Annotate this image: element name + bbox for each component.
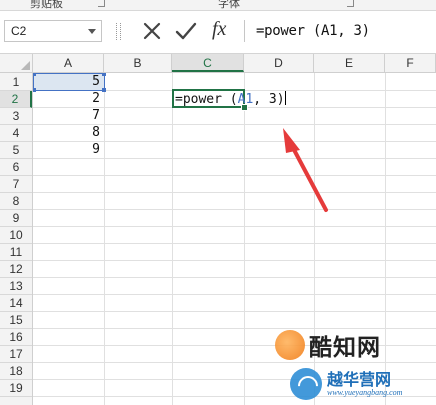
watermark-url: www.yueyangbang.com [327,388,403,397]
watermark-text-secondary: 越华营网 [327,370,392,389]
wifi-logo-icon [290,368,323,401]
watermark: 酷知网 越华营网 www.yueyangbang.com [275,328,435,405]
wifi-icon [293,371,323,401]
watermark-text-primary: 酷知网 [309,335,381,361]
brand-logo-icon [275,330,305,360]
